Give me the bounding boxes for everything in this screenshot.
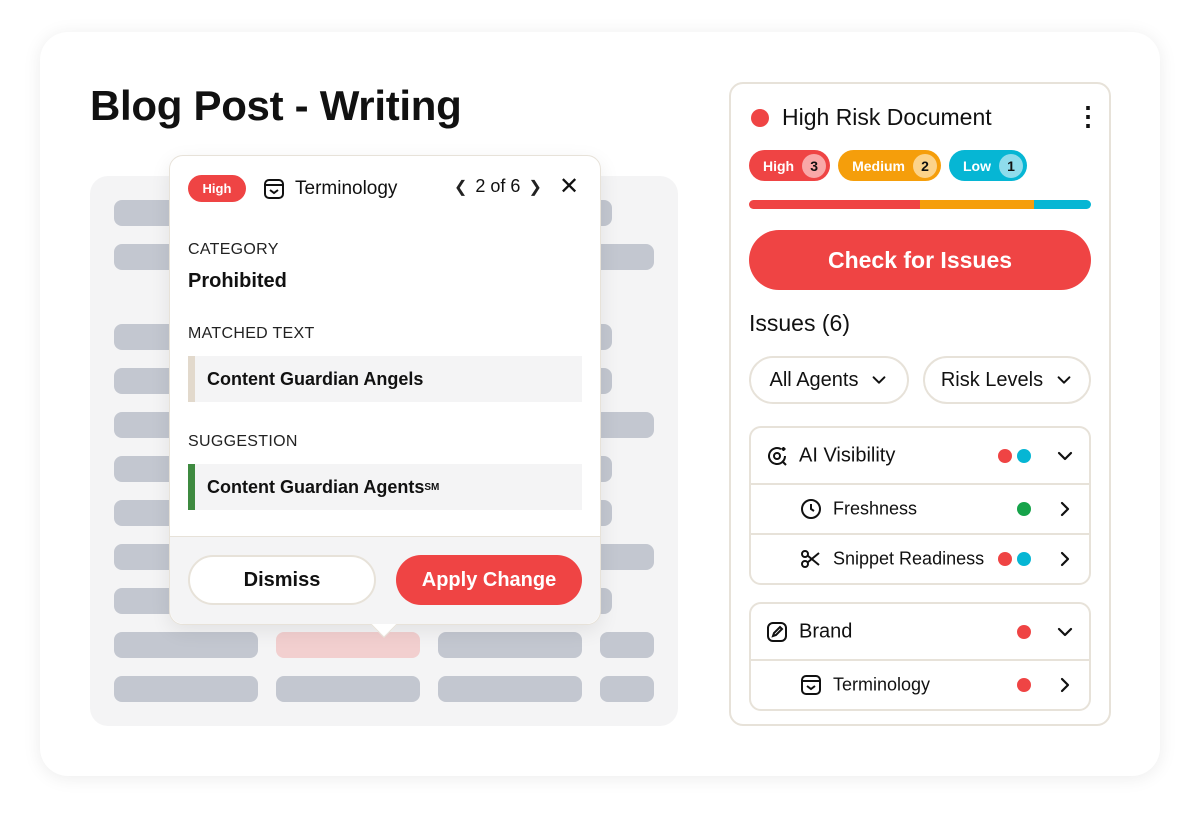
risk-dots [998,448,1031,463]
issue-pager: ❮ 2 of 6 ❯ [454,176,542,197]
status-dot-green [1017,502,1031,516]
risk-dot-high [998,448,1012,463]
agent-item-name: Terminology [833,674,931,695]
dismiss-button[interactable]: Dismiss [188,555,376,605]
text-line-placeholder [276,676,420,702]
medium-risk-badge[interactable]: Medium 2 [838,150,941,181]
agent-group-ai-visibility: AI Visibility Freshness Snippet Readines… [749,426,1091,585]
badge-count: 3 [802,153,827,178]
agent-group-header-brand[interactable]: Brand [751,604,1089,659]
pager-text: 2 of 6 [475,176,521,196]
risk-dot-high [998,552,1012,566]
text-line-placeholder [438,676,582,702]
chevron-down-icon [1057,376,1071,384]
badge-label: Medium [852,157,905,174]
previous-issue-button[interactable]: ❮ [454,177,467,197]
matched-text-box: Content Guardian Angels [188,356,582,402]
badge-label: Low [963,157,991,174]
suggestion-label: SUGGESTION [188,433,298,450]
page-title: Blog Post - Writing [90,82,462,129]
risk-segment-medium [920,200,1034,209]
suggestion-box: Content Guardian Agents SM [188,464,582,510]
agent-item-name: Snippet Readiness [833,548,985,569]
agent-name: Terminology [295,178,398,199]
risk-dots [998,552,1031,566]
risk-dot-high [1017,678,1031,692]
brand-pen-icon [767,621,787,642]
text-line-placeholder [114,676,258,702]
risk-title: High Risk Document [782,104,992,130]
agent-group-brand: Brand Terminology [749,602,1091,711]
text-line-placeholder [600,676,654,702]
chevron-down-icon [1057,451,1073,460]
risk-dots [1017,502,1031,516]
terminology-icon [801,675,821,695]
chevron-right-icon [1060,501,1070,517]
agents-filter-dropdown[interactable]: All Agents [749,356,909,404]
text-line-placeholder [600,632,654,658]
risk-status-dot [751,109,769,127]
badge-count: 1 [999,153,1023,178]
risk-badges: High 3 Medium 2 Low 1 [749,150,1027,181]
suggestion-text: Content Guardian Agents [207,476,425,497]
category-value: Prohibited [188,270,287,292]
agent-group-name: Brand [799,620,853,642]
risk-filter-label: Risk Levels [940,368,1044,391]
badge-label: High [763,157,795,174]
risk-dot-high [1017,624,1031,639]
risk-dot-low [1017,448,1031,463]
more-options-icon[interactable]: ⋮ [1075,102,1101,130]
agent-group-header-ai-visibility[interactable]: AI Visibility [751,428,1089,483]
agent-item-name: Freshness [833,498,918,519]
risk-levels-filter-dropdown[interactable]: Risk Levels [923,356,1091,404]
risk-segment-low [1034,200,1091,209]
high-risk-badge[interactable]: High 3 [749,150,831,181]
risk-dots [1017,678,1031,692]
highlighted-matched-text[interactable] [276,632,420,658]
text-line-placeholder [114,632,258,658]
ai-visibility-icon [768,446,787,466]
agent-group-name: AI Visibility [799,444,896,466]
risk-distribution-bar [749,200,1091,209]
risk-dots [1017,624,1031,639]
agent-item-terminology[interactable]: Terminology [751,659,1089,709]
category-label: CATEGORY [188,241,279,258]
risk-dot-low [1017,552,1031,566]
matched-text-label: MATCHED TEXT [188,325,315,342]
agent-item-freshness[interactable]: Freshness [751,483,1089,533]
scissors-icon [801,550,820,568]
badge-count: 2 [913,153,937,178]
next-issue-button[interactable]: ❯ [528,177,541,197]
clock-icon [801,499,821,519]
service-mark: SM [424,481,440,493]
popover-footer: Dismiss Apply Change [170,536,600,624]
chevron-down-icon [1057,627,1073,636]
chevron-right-icon [1060,677,1070,693]
low-risk-badge[interactable]: Low 1 [949,150,1027,181]
matched-text: Content Guardian Angels [207,368,424,389]
issue-popover: High Terminology ❮ 2 of 6 ❯ ✕ CATEGORY P… [169,155,601,638]
apply-change-button[interactable]: Apply Change [396,555,582,605]
risk-segment-high [749,200,920,209]
risk-panel: High Risk Document ⋮ High 3 Medium 2 Low… [729,82,1111,726]
text-line-placeholder [438,632,582,658]
issues-heading: Issues (6) [749,310,850,336]
close-icon[interactable]: ✕ [559,173,579,201]
agent-item-snippet-readiness[interactable]: Snippet Readiness [751,533,1089,583]
chevron-down-icon [873,376,886,384]
chevron-right-icon [1060,551,1070,567]
check-for-issues-button[interactable]: Check for Issues [749,230,1091,290]
terminology-icon [264,179,284,199]
severity-badge: High [188,175,246,202]
agents-filter-label: All Agents [769,368,859,391]
